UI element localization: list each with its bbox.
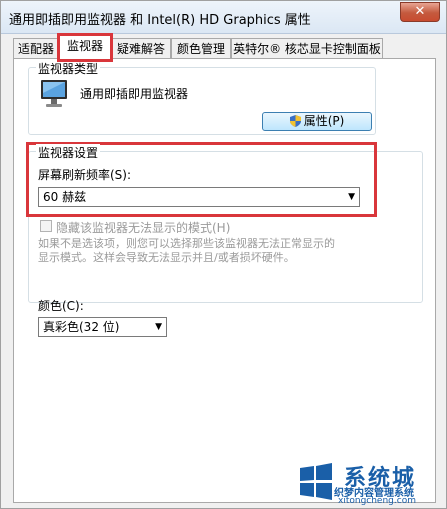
watermark-url: xitongcheng.com <box>338 496 416 506</box>
close-button[interactable]: ✕ <box>400 2 440 22</box>
color-depth-select[interactable]: 真彩色(32 位) ▼ <box>38 317 167 337</box>
monitor-name: 通用即插即用监视器 <box>80 87 189 101</box>
windows-logo-icon <box>300 463 332 500</box>
monitor-icon <box>41 80 67 107</box>
tab-strip: 适配器 监视器 疑难解答 颜色管理 英特尔® 核芯显卡控制面板 <box>13 33 438 62</box>
tab-color-management[interactable]: 颜色管理 <box>171 38 231 58</box>
tab-troubleshoot[interactable]: 疑难解答 <box>111 38 171 58</box>
properties-button-label: 属性(P) <box>303 114 345 128</box>
hint-text-line2: 显示模式。这样会导致无法显示并且/或者损坏硬件。 <box>38 251 295 264</box>
hide-modes-label: 隐藏该监视器无法显示的模式(H) <box>56 221 231 235</box>
dropdown-arrow-icon: ▼ <box>155 322 162 332</box>
monitor-tab-panel: 监视器类型 通用即插即用监视器 属性(P) 监视器设置 屏幕刷新频率(S): 6… <box>13 58 436 503</box>
tab-intel-control-panel[interactable]: 英特尔® 核芯显卡控制面板 <box>231 38 383 58</box>
color-label: 颜色(C): <box>38 299 84 313</box>
refresh-rate-select[interactable]: 60 赫兹 ▼ <box>38 187 360 207</box>
title-bar[interactable]: 通用即插即用监视器 和 Intel(R) HD Graphics 属性 ✕ <box>1 1 446 34</box>
properties-dialog: 通用即插即用监视器 和 Intel(R) HD Graphics 属性 ✕ 适配… <box>0 0 447 509</box>
site-watermark: 系统城 织梦内容管理系统 xitongcheng.com <box>294 458 446 508</box>
tab-adapter[interactable]: 适配器 <box>13 38 59 58</box>
window-title: 通用即插即用监视器 和 Intel(R) HD Graphics 属性 <box>9 13 311 28</box>
hide-modes-checkbox[interactable] <box>40 220 52 232</box>
dropdown-arrow-icon: ▼ <box>348 192 355 202</box>
monitor-type-label: 监视器类型 <box>36 60 101 77</box>
monitor-settings-label: 监视器设置 <box>36 144 101 161</box>
color-depth-value: 真彩色(32 位) <box>43 320 120 334</box>
properties-button[interactable]: 属性(P) <box>262 112 372 131</box>
refresh-rate-label: 屏幕刷新频率(S): <box>38 168 132 182</box>
tab-monitor[interactable]: 监视器 <box>57 33 113 62</box>
refresh-rate-value: 60 赫兹 <box>43 190 87 204</box>
uac-shield-icon <box>289 115 301 127</box>
